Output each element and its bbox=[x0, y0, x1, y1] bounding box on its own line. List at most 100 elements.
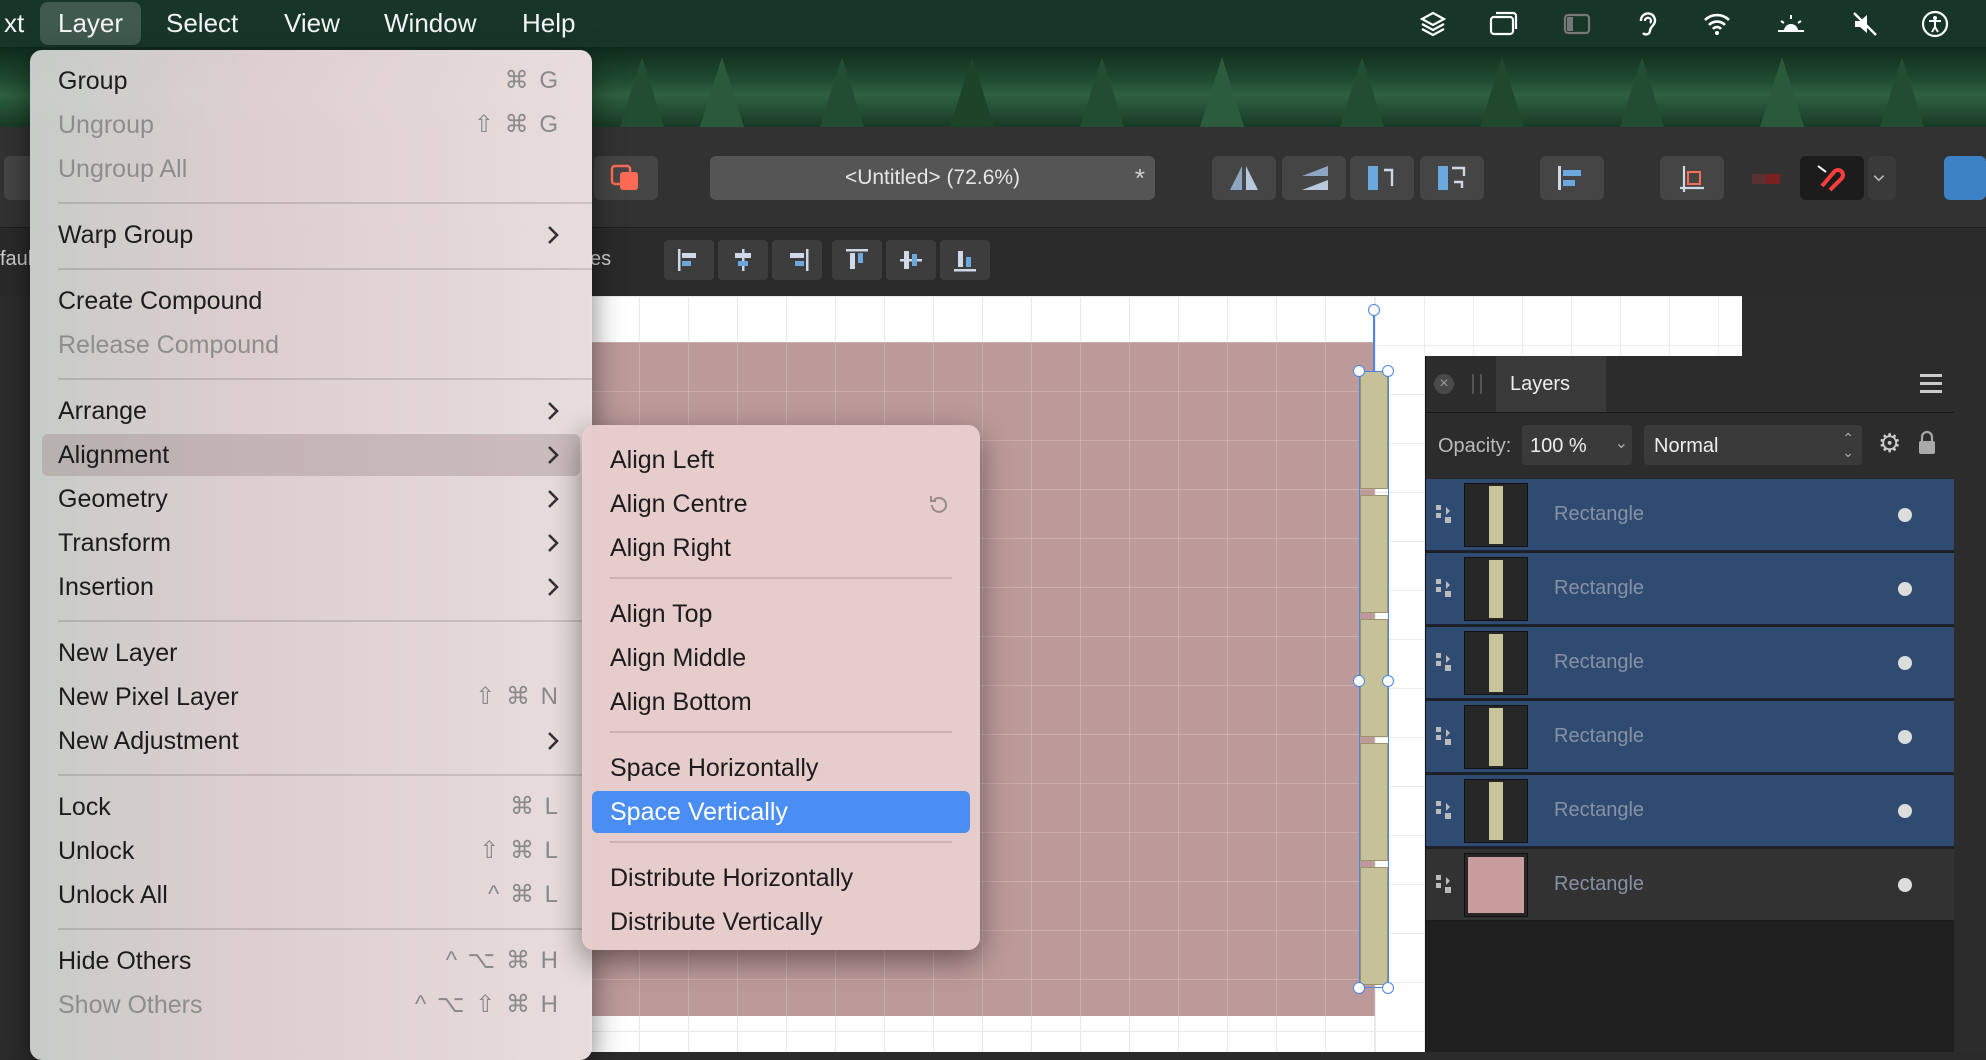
submenu-item-distribute-vertically[interactable]: Distribute Vertically bbox=[592, 901, 970, 943]
submenu-item-distribute-horizontally[interactable]: Distribute Horizontally bbox=[592, 857, 970, 899]
layer-row[interactable]: Rectangle bbox=[1426, 701, 1954, 773]
menu-select[interactable]: Select bbox=[148, 0, 256, 47]
layer-row[interactable]: Rectangle bbox=[1426, 553, 1954, 625]
menu-item-transform[interactable]: Transform bbox=[42, 522, 580, 564]
document-title[interactable]: <Untitled> (72.6%) * bbox=[710, 156, 1155, 200]
menu-item-group[interactable]: Group ⌘ G bbox=[42, 60, 580, 102]
menu-item-new-layer[interactable]: New Layer bbox=[42, 632, 580, 674]
layers-icon[interactable] bbox=[1418, 9, 1448, 39]
assistant-button[interactable] bbox=[1944, 156, 1986, 200]
chevron-right-icon bbox=[548, 446, 559, 464]
opacity-field[interactable]: 100 % ⌄ bbox=[1522, 425, 1632, 465]
resize-handle-middle-right[interactable] bbox=[1382, 675, 1394, 687]
sidebar-icon[interactable] bbox=[1562, 9, 1592, 39]
align-center-button[interactable] bbox=[718, 240, 768, 280]
menu-item-label: Release Compound bbox=[58, 331, 279, 359]
layer-row[interactable]: Rectangle bbox=[1426, 479, 1954, 551]
visibility-dot-icon[interactable] bbox=[1898, 730, 1912, 744]
align-left-button[interactable] bbox=[664, 240, 714, 280]
menu-item-unlock[interactable]: Unlock ⇧ ⌘ L bbox=[42, 830, 580, 872]
visibility-dot-icon[interactable] bbox=[1898, 508, 1912, 522]
submenu-item-align-middle[interactable]: Align Middle bbox=[592, 637, 970, 679]
menu-separator bbox=[610, 577, 952, 579]
snapping-grid-button[interactable] bbox=[1660, 156, 1724, 200]
rotate-left-button[interactable] bbox=[1350, 156, 1414, 200]
wifi-icon[interactable] bbox=[1702, 9, 1732, 39]
menu-help[interactable]: Help bbox=[504, 0, 593, 47]
menu-item-create-compound[interactable]: Create Compound bbox=[42, 280, 580, 322]
layer-type-icon bbox=[1434, 651, 1454, 673]
reset-icon[interactable] bbox=[926, 493, 950, 517]
resize-handle-bottom-right[interactable] bbox=[1382, 982, 1394, 994]
menu-view[interactable]: View bbox=[266, 0, 358, 47]
align-toolbar-button[interactable] bbox=[1540, 156, 1604, 200]
menu-item-arrange[interactable]: Arrange bbox=[42, 390, 580, 432]
gear-icon[interactable]: ⚙ bbox=[1878, 429, 1906, 457]
chevron-right-icon bbox=[548, 226, 559, 244]
chevron-down-icon[interactable]: ⌄ bbox=[1615, 433, 1628, 453]
lock-icon[interactable] bbox=[1916, 429, 1938, 457]
visibility-dot-icon[interactable] bbox=[1898, 582, 1912, 596]
resize-handle-top-left[interactable] bbox=[1353, 365, 1365, 377]
visibility-dot-icon[interactable] bbox=[1898, 878, 1912, 892]
menu-item-lock[interactable]: Lock ⌘ L bbox=[42, 786, 580, 828]
submenu-item-align-bottom[interactable]: Align Bottom bbox=[592, 681, 970, 723]
layer-options-bar: Opacity: 100 % ⌄ Normal ⌃ ⌄ ⚙ bbox=[1426, 413, 1954, 479]
submenu-item-space-horizontally[interactable]: Space Horizontally bbox=[592, 747, 970, 789]
menu-window[interactable]: Window bbox=[366, 0, 494, 47]
snapping-toggle-button[interactable] bbox=[1734, 156, 1798, 200]
menu-item-new-adjustment[interactable]: New Adjustment bbox=[42, 720, 580, 762]
layer-row[interactable]: Rectangle bbox=[1426, 627, 1954, 699]
layer-row[interactable]: Rectangle bbox=[1426, 849, 1954, 921]
menu-item-label: New Adjustment bbox=[58, 727, 239, 755]
menu-item-new-pixel-layer[interactable]: New Pixel Layer ⇧ ⌘ N bbox=[42, 676, 580, 718]
menu-layer[interactable]: Layer bbox=[40, 2, 142, 45]
blend-mode-select[interactable]: Normal ⌃ ⌄ bbox=[1644, 425, 1862, 465]
layer-row[interactable]: Rectangle bbox=[1426, 775, 1954, 847]
resize-handle-top-right[interactable] bbox=[1382, 365, 1394, 377]
rotation-handle[interactable] bbox=[1368, 304, 1380, 316]
window-icon[interactable] bbox=[1488, 9, 1518, 39]
menu-item-label: Hide Others bbox=[58, 947, 192, 975]
flip-vertical-button[interactable] bbox=[1282, 156, 1346, 200]
menu-shortcut: ⌘ G bbox=[504, 67, 560, 94]
menu-item-geometry[interactable]: Geometry bbox=[42, 478, 580, 520]
menu-item-insertion[interactable]: Insertion bbox=[42, 566, 580, 608]
magnet-snapping-button[interactable] bbox=[1800, 156, 1864, 200]
submenu-item-align-centre[interactable]: Align Centre bbox=[592, 483, 970, 525]
hearing-icon[interactable] bbox=[1632, 9, 1662, 39]
menu-item-alignment[interactable]: Alignment bbox=[42, 434, 580, 476]
visibility-dot-icon[interactable] bbox=[1898, 804, 1912, 818]
layer-menu-dropdown: Group ⌘ G Ungroup ⇧ ⌘ G Ungroup All Warp Grou… bbox=[30, 50, 592, 1060]
resize-handle-middle-left[interactable] bbox=[1353, 675, 1365, 687]
resize-handle-bottom-left[interactable] bbox=[1353, 982, 1365, 994]
boolean-op-button[interactable] bbox=[594, 156, 658, 200]
menu-text[interactable]: xt bbox=[0, 0, 42, 47]
menu-bar: xt Layer Select View Window Help bbox=[0, 0, 1986, 47]
submenu-item-align-left[interactable]: Align Left bbox=[592, 439, 970, 481]
align-bottom-button[interactable] bbox=[940, 240, 990, 280]
submenu-item-space-vertically[interactable]: Space Vertically bbox=[592, 791, 970, 833]
menu-item-warp-group[interactable]: Warp Group bbox=[42, 214, 580, 256]
accessibility-icon[interactable] bbox=[1920, 9, 1950, 39]
opacity-label: Opacity: bbox=[1438, 435, 1512, 457]
menu-item-label: Create Compound bbox=[58, 287, 263, 315]
snapping-dropdown-button[interactable] bbox=[1868, 156, 1896, 200]
menu-item-hide-others[interactable]: Hide Others ^ ⌥ ⌘ H bbox=[42, 940, 580, 982]
align-top-button[interactable] bbox=[832, 240, 882, 280]
menu-item-unlock-all[interactable]: Unlock All ^ ⌘ L bbox=[42, 874, 580, 916]
mute-icon[interactable] bbox=[1850, 9, 1880, 39]
align-right-button[interactable] bbox=[772, 240, 822, 280]
submenu-item-align-right[interactable]: Align Right bbox=[592, 527, 970, 569]
submenu-item-align-top[interactable]: Align Top bbox=[592, 593, 970, 635]
panel-menu-icon[interactable] bbox=[1920, 374, 1942, 394]
brightness-icon[interactable] bbox=[1776, 9, 1806, 39]
tab-layers[interactable]: Layers bbox=[1496, 356, 1606, 412]
close-panel-icon[interactable]: × bbox=[1434, 374, 1454, 394]
align-middle-button[interactable] bbox=[886, 240, 936, 280]
rotate-right-button[interactable] bbox=[1420, 156, 1484, 200]
panel-grip-icon[interactable] bbox=[1472, 374, 1482, 394]
visibility-dot-icon[interactable] bbox=[1898, 656, 1912, 670]
menu-item-label: Alignment bbox=[58, 441, 170, 469]
flip-horizontal-button[interactable] bbox=[1212, 156, 1276, 200]
